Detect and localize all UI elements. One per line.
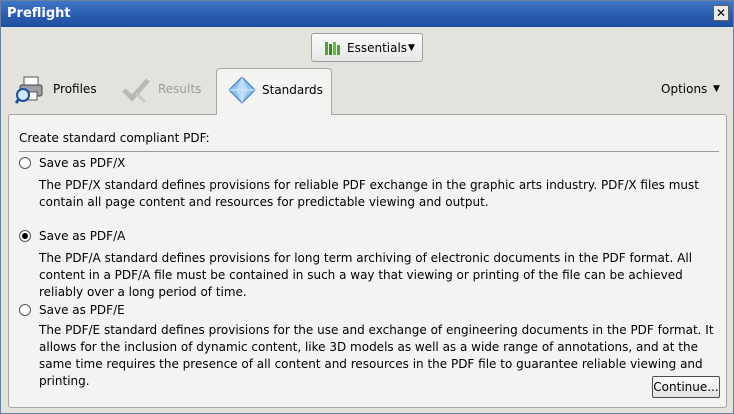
window-title: Preflight (7, 6, 71, 21)
panel-heading: Create standard compliant PDF: (19, 131, 210, 145)
chevron-down-icon[interactable]: ▼ (713, 82, 720, 96)
label-pdfe[interactable]: Save as PDF/E (39, 303, 125, 317)
label-pdfa[interactable]: Save as PDF/A (39, 229, 125, 243)
close-icon: ✕ (715, 6, 727, 20)
desc-pdfx: The PDF/X standard defines provisions fo… (39, 178, 699, 209)
printer-magnifier-icon (15, 76, 43, 104)
desc-pdfe: The PDF/E standard defines provisions fo… (39, 323, 714, 388)
divider (19, 151, 719, 152)
label-pdfx[interactable]: Save as PDF/X (39, 156, 125, 170)
radio-pdfe[interactable] (19, 304, 31, 316)
tab-results-label: Results (158, 82, 202, 96)
library-bars-icon (325, 42, 340, 55)
chevron-down-icon: ▼ (408, 43, 415, 53)
essentials-label: Essentials (347, 41, 408, 55)
tab-profiles[interactable]: Profiles (15, 71, 115, 113)
radio-pdfa[interactable] (19, 230, 31, 242)
title-bar[interactable]: Preflight ✕ (1, 1, 733, 27)
radio-pdfx[interactable] (19, 157, 31, 169)
essentials-dropdown[interactable]: Essentials ▼ (311, 33, 423, 62)
tab-standards-label: Standards (262, 83, 323, 97)
diamond-icon (228, 76, 256, 104)
tab-profiles-label: Profiles (53, 82, 97, 96)
standards-panel: Create standard compliant PDF: Save as P… (8, 114, 727, 408)
continue-button[interactable]: Continue... (652, 376, 720, 398)
preflight-window: Preflight ✕ Essentials ▼ Profiles Result (0, 0, 734, 414)
close-button[interactable]: ✕ (713, 5, 729, 21)
tab-standards[interactable]: Standards (216, 68, 332, 115)
tab-results[interactable]: Results (121, 71, 213, 113)
desc-pdfa: The PDF/A standard defines provisions fo… (39, 251, 693, 299)
checkmark-icon (122, 78, 150, 104)
options-menu[interactable]: Options (661, 82, 707, 96)
